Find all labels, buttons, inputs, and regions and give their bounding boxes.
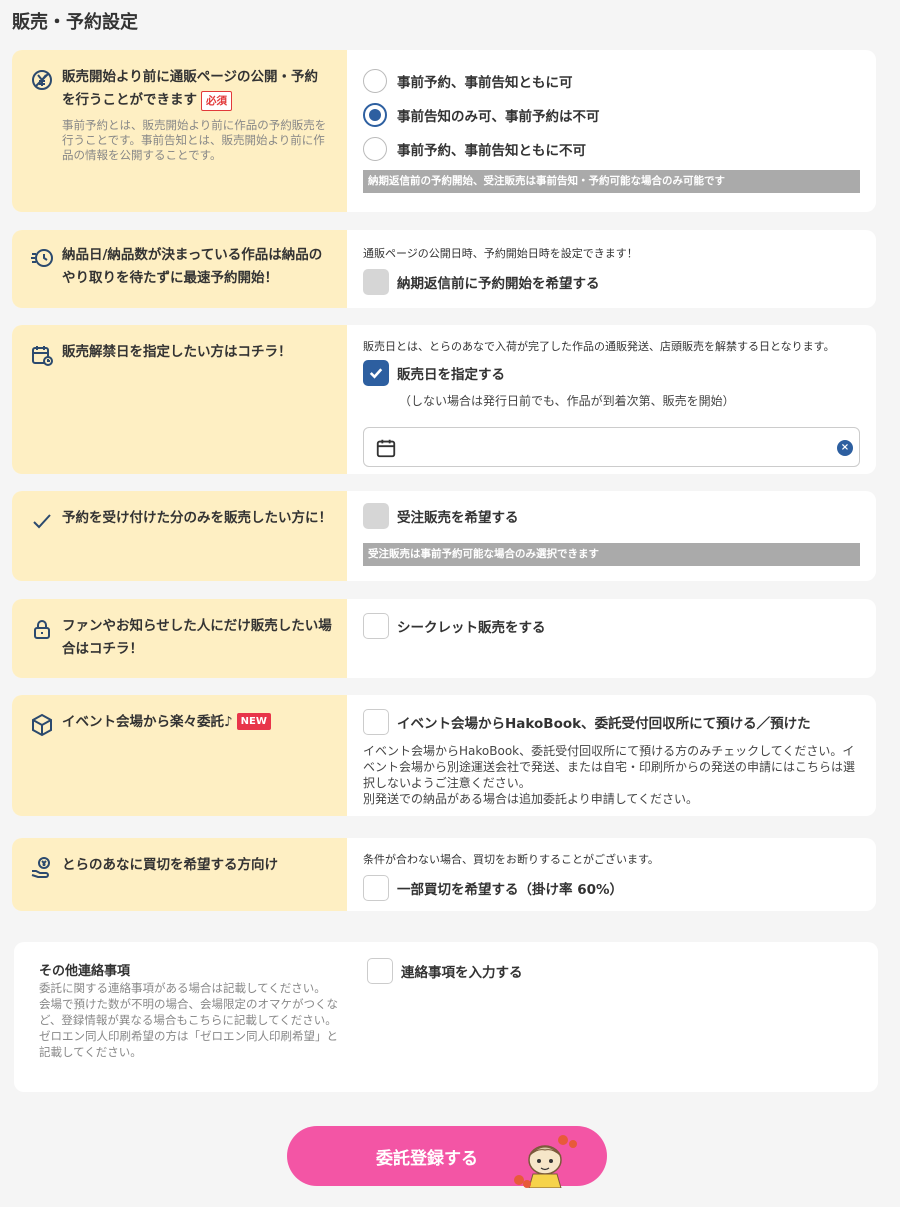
reserve-heading-1: 販売開始より前に通販ページの公開・予約	[62, 69, 318, 85]
early-label-panel: 納品日/納品数が決まっている作品は納品のやり取りを待たずに最速予約開始！	[12, 230, 347, 308]
radio-label: 事前予約、事前告知ともに不可	[397, 143, 586, 159]
buyout-heading: とらのあなに買切を希望する方向け	[62, 857, 278, 873]
checkbox-checked[interactable]	[363, 360, 389, 386]
checkbox-label: 連絡事項を入力する	[401, 965, 523, 981]
reserve-option-none[interactable]: 事前予約、事前告知ともに不可	[363, 132, 860, 166]
order-sale-checkbox[interactable]: 受注販売を希望する	[363, 503, 860, 529]
reserve-option-both[interactable]: 事前予約、事前告知ともに可	[363, 64, 860, 98]
radio-button-selected[interactable]	[363, 103, 387, 127]
clear-icon[interactable]: ×	[837, 440, 853, 456]
checkbox-label: 納期返信前に予約開始を希望する	[397, 276, 600, 292]
buyout-checkbox[interactable]: 一部買切を希望する（掛け率 60%）	[363, 875, 860, 901]
order-note-bar: 受注販売は事前予約可能な場合のみ選択できます	[363, 543, 860, 566]
checkbox[interactable]	[367, 958, 393, 984]
other-heading: その他連絡事項	[39, 964, 131, 979]
buyout-info: 条件が合わない場合、買切をお断りすることがございます。	[363, 853, 659, 866]
event-label-panel: イベント会場から楽々委託♪ NEW	[12, 695, 347, 816]
checkbox[interactable]	[363, 269, 389, 295]
early-card: 納品日/納品数が決まっている作品は納品のやり取りを待たずに最速予約開始！ 通販ペ…	[12, 230, 876, 308]
other-notes-checkbox[interactable]: 連絡事項を入力する	[367, 958, 523, 984]
secret-card: ファンやお知らせした人にだけ販売したい場合はコチラ！ シークレット販売をする	[12, 599, 876, 678]
reserve-note-bar: 納期返信前の予約開始、受注販売は事前告知・予約可能な場合のみ可能です	[363, 170, 860, 193]
checkbox[interactable]	[363, 875, 389, 901]
lock-icon	[28, 615, 56, 643]
secret-label-panel: ファンやお知らせした人にだけ販売したい場合はコチラ！	[12, 599, 347, 678]
checkbox[interactable]	[363, 709, 389, 735]
event-heading: イベント会場から楽々委託♪	[62, 714, 233, 730]
radio-button[interactable]	[363, 137, 387, 161]
other-notes-card: その他連絡事項 委託に関する連絡事項がある場合は記載してください。 会場で預けた…	[14, 942, 878, 1092]
reserve-option-notice-only[interactable]: 事前告知のみ可、事前予約は不可	[363, 98, 860, 132]
secret-sale-checkbox[interactable]: シークレット販売をする	[363, 613, 860, 639]
event-description-2: 別発送での納品がある場合は追加委託より申請してください。	[363, 792, 699, 806]
reserve-description: 事前予約とは、販売開始より前に作品の予約販売を行うことです。事前告知とは、販売開…	[62, 118, 327, 162]
new-badge: NEW	[236, 713, 271, 730]
check-icon	[369, 368, 383, 379]
order-heading: 予約を受け付けた分のみを販売したい方に！	[62, 510, 332, 526]
release-label-panel: 販売解禁日を指定したい方はコチラ！	[12, 325, 347, 474]
release-card: 販売解禁日を指定したい方はコチラ！ 販売日とは、とらのあなで入荷が完了した作品の…	[12, 325, 876, 474]
page-title: 販売・予約設定	[12, 12, 138, 33]
checkbox-label: イベント会場からHakoBook、委託受付回収所にて預ける／預けた	[397, 716, 811, 732]
checkmark-icon	[28, 507, 56, 535]
radio-label: 事前告知のみ可、事前予約は不可	[397, 109, 600, 125]
secret-heading: ファンやお知らせした人にだけ販売したい場合はコチラ！	[62, 618, 332, 657]
release-heading: 販売解禁日を指定したい方はコチラ！	[62, 344, 292, 360]
checkbox-label: 受注販売を希望する	[397, 510, 519, 526]
radio-label: 事前予約、事前告知ともに可	[397, 75, 573, 91]
release-info: 販売日とは、とらのあなで入荷が完了した作品の通販発送、店頭販売を解禁する日となり…	[363, 340, 835, 353]
checkbox[interactable]	[363, 503, 389, 529]
submit-label: 委託登録する	[376, 1148, 478, 1169]
early-heading: 納品日/納品数が決まっている作品は納品のやり取りを待たずに最速予約開始！	[62, 247, 323, 286]
order-label-panel: 予約を受け付けた分のみを販売したい方に！	[12, 491, 347, 581]
release-date-checkbox[interactable]: 販売日を指定する	[363, 360, 860, 386]
event-deposit-checkbox[interactable]: イベント会場からHakoBook、委託受付回収所にて預ける／預けた	[363, 709, 860, 735]
radio-button[interactable]	[363, 69, 387, 93]
reserve-label-panel: 販売開始より前に通販ページの公開・予約 を行うことができます 必須 事前予約とは、販…	[12, 50, 347, 212]
order-card: 予約を受け付けた分のみを販売したい方に！ 受注販売を希望する 受注販売は事前予約…	[12, 491, 876, 581]
fast-clock-icon	[28, 244, 56, 272]
checkbox-label: 一部買切を希望する（掛け率 60%）	[397, 882, 624, 898]
mascot-character-icon	[514, 1135, 577, 1188]
buyout-label-panel: とらのあなに買切を希望する方向け	[12, 838, 347, 911]
reserve-card: 販売開始より前に通販ページの公開・予約 を行うことができます 必須 事前予約とは、販…	[12, 50, 876, 212]
release-date-input[interactable]: ×	[363, 427, 860, 467]
checkbox[interactable]	[363, 613, 389, 639]
checkbox-label: シークレット販売をする	[397, 620, 546, 636]
event-description: イベント会場からHakoBook、委託受付回収所にて預ける方のみチェックしてくだ…	[363, 744, 856, 790]
early-start-checkbox[interactable]: 納期返信前に予約開始を希望する	[363, 269, 860, 295]
required-badge: 必須	[201, 91, 232, 111]
calendar-icon[interactable]	[375, 437, 397, 459]
release-sub-note: （しない場合は発行日前でも、作品が到着次第、販売を開始）	[399, 394, 735, 408]
event-card: イベント会場から楽々委託♪ NEW イベント会場からHakoBook、委託受付回収…	[12, 695, 876, 816]
other-description: 委託に関する連絡事項がある場合は記載してください。 会場で預けた数が不明の場合、…	[39, 981, 338, 1059]
buyout-card: とらのあなに買切を希望する方向け 条件が合わない場合、買切をお断りすることがござ…	[12, 838, 876, 911]
calendar-clock-icon	[28, 341, 56, 369]
early-info: 通販ページの公開日時、予約開始日時を設定できます！	[363, 247, 638, 260]
checkbox-label: 販売日を指定する	[397, 367, 505, 383]
yen-hand-icon	[28, 854, 56, 882]
box-icon	[28, 711, 56, 739]
no-yen-icon	[28, 66, 56, 94]
reserve-heading-2: を行うことができます	[62, 92, 197, 108]
